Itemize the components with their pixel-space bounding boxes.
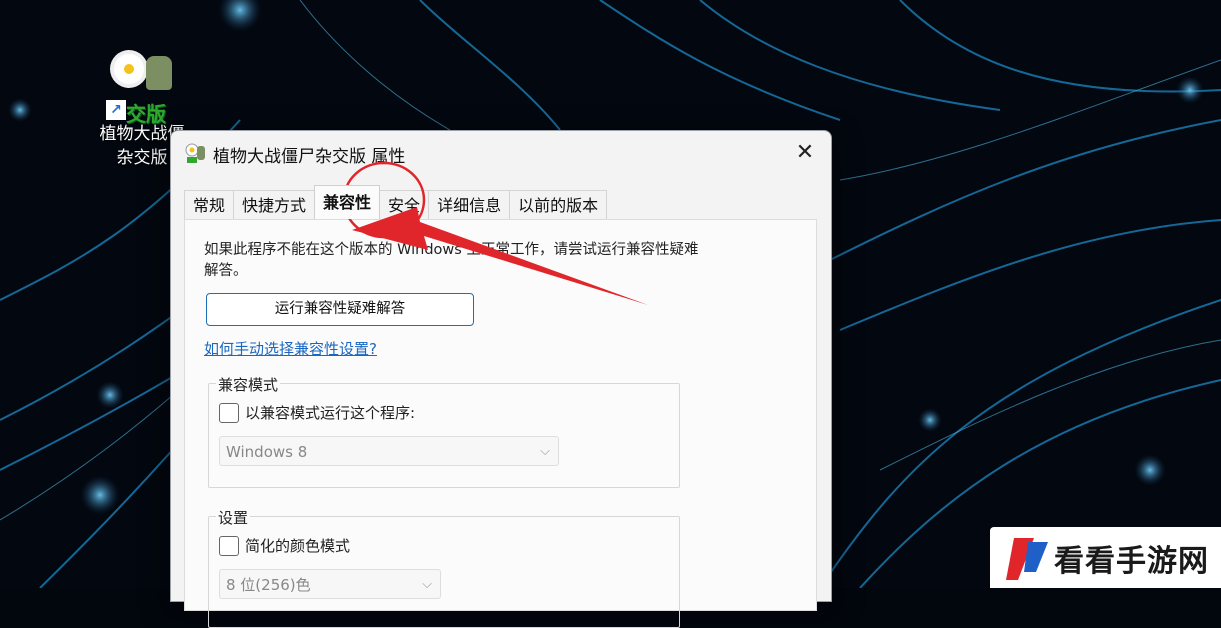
shortcut-arrow-icon: ↗ [106,100,126,120]
zombie-icon [146,56,172,90]
chevron-down-icon: ⌵ [540,444,550,459]
watermark: 看看手游网 [990,527,1221,588]
os-version-value: Windows 8 [226,443,308,461]
tab-strip: 常规 快捷方式 兼容性 安全 详细信息 以前的版本 [184,185,608,219]
manual-settings-link[interactable]: 如何手动选择兼容性设置? [204,338,377,359]
compatibility-panel: 如果此程序不能在这个版本的 Windows 上正常工作，请尝试运行兼容性疑难解答… [184,219,817,628]
color-mode-select[interactable]: 8 位(256)色 ⌵ [219,569,441,599]
watermark-logo-icon [1006,538,1048,580]
close-icon[interactable]: ✕ [787,137,823,169]
run-troubleshooter-button[interactable]: 运行兼容性疑难解答 [206,293,474,326]
tab-shortcut[interactable]: 快捷方式 [233,190,316,219]
title-bar[interactable]: 植物大战僵尸杂交版 属性 ✕ [171,131,831,175]
tab-general[interactable]: 常规 [184,190,235,219]
flower-icon [114,54,144,84]
settings-group: 设置 简化的颜色模式 8 位(256)色 ⌵ [208,507,680,628]
tab-security[interactable]: 安全 [379,190,430,219]
compat-mode-checkbox[interactable] [219,402,239,423]
color-mode-value: 8 位(256)色 [226,576,311,594]
watermark-text: 看看手游网 [1054,544,1209,579]
pvz-app-icon: ↗ 交版 [106,50,178,126]
settings-legend: 设置 [216,507,251,528]
intro-text: 如果此程序不能在这个版本的 Windows 上正常工作，请尝试运行兼容性疑难解答… [204,242,699,279]
tab-previous-versions[interactable]: 以前的版本 [509,190,608,219]
compat-mode-checkbox-label: 以兼容模式运行这个程序: [245,404,416,422]
compat-mode-legend: 兼容模式 [216,374,281,395]
compat-mode-checkbox-row[interactable]: 以兼容模式运行这个程序: [219,402,415,423]
reduced-color-checkbox[interactable] [219,535,239,556]
chevron-down-icon: ⌵ [422,577,432,592]
reduced-color-label: 简化的颜色模式 [245,537,351,555]
tab-compatibility[interactable]: 兼容性 [314,185,381,219]
compat-mode-group: 兼容模式 以兼容模式运行这个程序: Windows 8 ⌵ [208,374,680,488]
dialog-title: 植物大战僵尸杂交版 属性 [213,147,406,167]
properties-dialog: 植物大战僵尸杂交版 属性 ✕ 常规 快捷方式 兼容性 安全 详细信息 以前的版本… [170,130,832,628]
tab-details[interactable]: 详细信息 [428,190,511,219]
reduced-color-checkbox-row[interactable]: 简化的颜色模式 [219,535,350,556]
os-version-select[interactable]: Windows 8 ⌵ [219,436,559,466]
icon-badge: 交版 [126,102,166,126]
app-icon [185,143,205,163]
